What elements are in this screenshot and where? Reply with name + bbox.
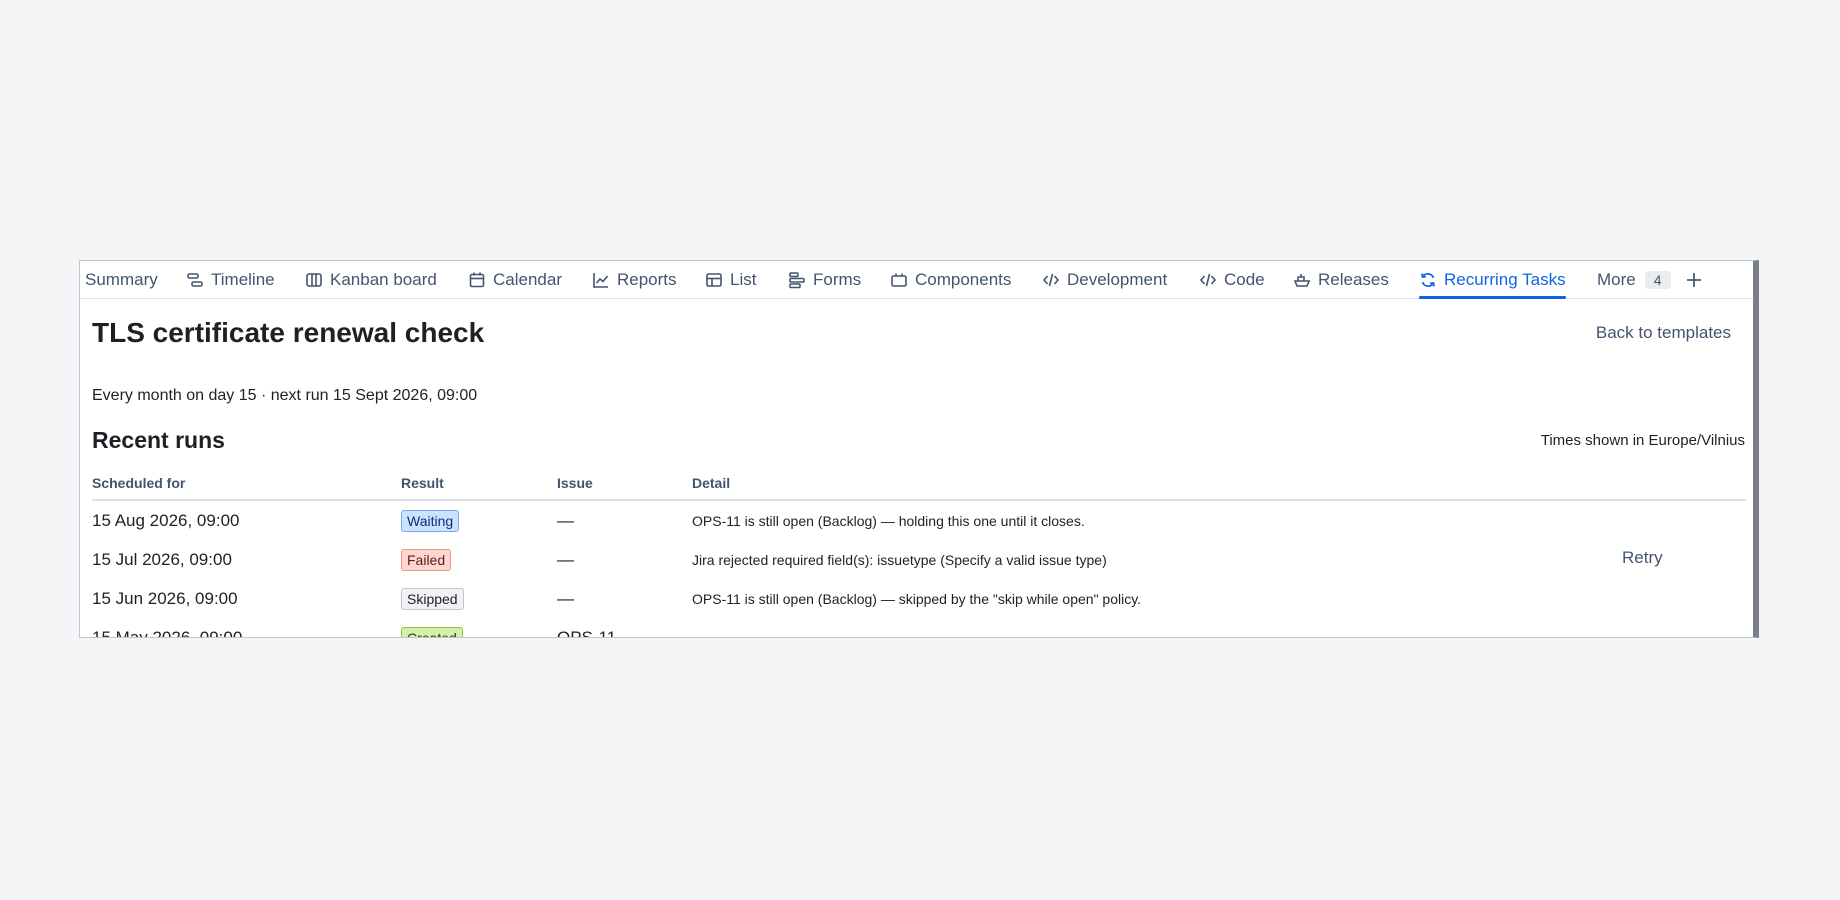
tab-label: Releases	[1318, 269, 1389, 289]
scheduled-time: 15 May 2026, 09:00	[92, 628, 243, 638]
tab-kanban-board[interactable]: Kanban board	[305, 261, 437, 298]
table-row: 15 Jul 2026, 09:00 Failed — Jira rejecte…	[92, 540, 1746, 579]
code-icon	[1042, 273, 1060, 286]
timezone-note: Times shown in Europe/Vilnius	[1540, 432, 1745, 449]
run-detail: Jira rejected required field(s): issuety…	[692, 552, 1107, 568]
retry-button[interactable]: Retry	[1622, 548, 1663, 568]
tab-label: Forms	[813, 269, 862, 289]
table-row: 15 Aug 2026, 09:00 Waiting — OPS-11 is s…	[92, 501, 1746, 540]
tab-label: Timeline	[211, 269, 275, 289]
page-title: TLS certificate renewal check	[92, 317, 485, 348]
table-icon	[706, 272, 722, 287]
status-badge: Waiting	[401, 510, 460, 532]
table-header: Scheduled for Result Issue Detail	[92, 475, 1746, 501]
scheduled-time: 15 Aug 2026, 09:00	[92, 511, 240, 530]
recent-runs-title: Recent runs	[92, 427, 225, 453]
tab-components[interactable]: Components	[890, 261, 1011, 298]
tab-label: Components	[915, 269, 1012, 289]
chart-line-icon	[593, 272, 609, 288]
tab-label: Recurring Tasks	[1444, 269, 1566, 289]
timeline-icon	[187, 272, 203, 287]
tab-list[interactable]: List	[705, 261, 756, 298]
column-header-result: Result	[401, 475, 444, 491]
issue-link[interactable]: OPS-11	[557, 628, 616, 637]
tab-reports[interactable]: Reports	[592, 261, 677, 298]
column-header-scheduled: Scheduled for	[92, 475, 186, 491]
tab-label: Reports	[617, 269, 677, 289]
issue-key: —	[557, 511, 574, 530]
tab-forms[interactable]: Forms	[788, 261, 861, 298]
forms-icon	[789, 271, 805, 288]
scheduled-time: 15 Jun 2026, 09:00	[92, 589, 238, 608]
column-header-detail: Detail	[692, 475, 731, 491]
tab-recurring-tasks[interactable]: Recurring Tasks	[1419, 261, 1566, 299]
tab-timeline[interactable]: Timeline	[186, 261, 275, 298]
tab-label: Summary	[85, 269, 158, 289]
plus-icon	[1687, 272, 1701, 287]
table-row: 15 Jun 2026, 09:00 Skipped — OPS-11 is s…	[92, 579, 1746, 618]
tab-label: More	[1597, 269, 1636, 289]
ship-icon	[1293, 273, 1311, 287]
calendar-icon	[469, 272, 485, 287]
status-badge: Failed	[401, 549, 452, 571]
run-detail: OPS-11 is still open (Backlog) — holding…	[692, 513, 1085, 529]
board-icon	[306, 272, 322, 287]
tab-more[interactable]: More 4	[1597, 261, 1671, 298]
tab-label: List	[730, 269, 757, 289]
column-header-issue: Issue	[557, 475, 593, 491]
tab-calendar[interactable]: Calendar	[468, 261, 562, 298]
tab-label: Kanban board	[330, 269, 437, 289]
status-badge: Skipped	[401, 588, 464, 610]
scheduled-time: 15 Jul 2026, 09:00	[92, 550, 232, 569]
refresh-icon	[1421, 272, 1435, 287]
tab-label: Calendar	[493, 269, 562, 289]
tab-development[interactable]: Development	[1042, 261, 1167, 298]
more-count-badge: 4	[1644, 270, 1671, 289]
add-tab-button[interactable]	[1685, 261, 1703, 298]
recent-runs-table: Scheduled for Result Issue Detail 15 Aug…	[92, 475, 1746, 638]
status-badge: Created	[401, 627, 463, 637]
issue-key: —	[557, 550, 574, 569]
project-page: Summary Timeline Kanban board Calendar R…	[79, 260, 1759, 638]
code-icon	[1199, 273, 1217, 286]
component-icon	[891, 273, 907, 287]
tab-label: Code	[1224, 269, 1265, 289]
table-row: 15 May 2026, 09:00 Created OPS-11	[92, 618, 1746, 638]
tab-code[interactable]: Code	[1199, 261, 1265, 298]
back-to-templates-button[interactable]: Back to templates	[1596, 323, 1731, 343]
tab-releases[interactable]: Releases	[1293, 261, 1389, 298]
schedule-summary: Every month on day 15 · next run 15 Sept…	[92, 387, 478, 404]
tab-summary[interactable]: Summary	[85, 261, 158, 298]
issue-key: —	[557, 589, 574, 608]
project-tabs: Summary Timeline Kanban board Calendar R…	[80, 261, 1753, 299]
tab-label: Development	[1067, 269, 1168, 289]
run-detail: OPS-11 is still open (Backlog) — skipped…	[692, 591, 1142, 607]
